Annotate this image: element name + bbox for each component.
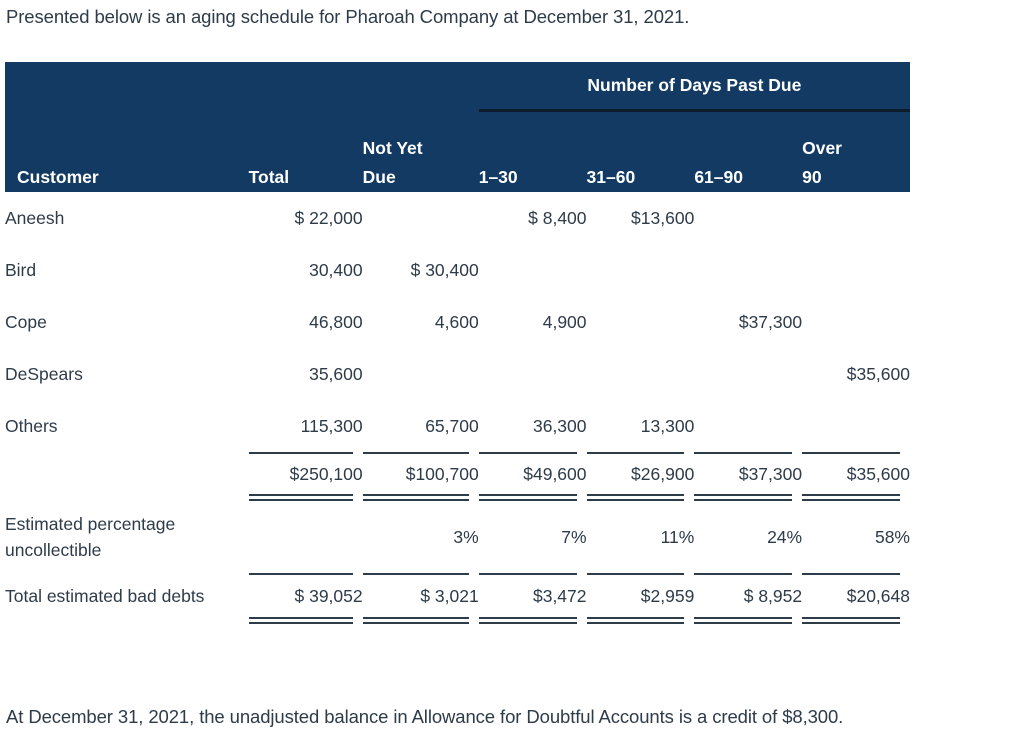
intro-paragraph: Presented below is an aging schedule for…: [6, 6, 690, 27]
cell-customer: DeSpears: [5, 363, 83, 384]
cell-over-90: $35,600: [846, 463, 910, 484]
cell-over-90: $20,648: [846, 585, 910, 606]
estimated-percentage-row: Estimated percentage uncollectible 3% 7%…: [5, 501, 910, 573]
cell-not-yet-due: [363, 348, 479, 400]
cell-total: 115,300: [300, 415, 363, 436]
double-rule-1-30: [478, 617, 587, 624]
cell-total: $ 39,052: [294, 585, 363, 606]
column-header-over-90: Over 90: [802, 110, 910, 192]
cell-over-90: [802, 296, 910, 348]
cell-1-30: $ 8,400: [528, 207, 587, 228]
cell-total: 46,800: [309, 311, 363, 332]
cell-61-90: $37,300: [738, 463, 803, 484]
cell-1-30: 7%: [561, 526, 587, 547]
cell-61-90: [694, 348, 802, 400]
cell-1-30: [479, 348, 587, 400]
cell-customer: [5, 454, 249, 494]
cell-31-60: [587, 296, 695, 348]
cell-61-90: [694, 244, 802, 296]
aging-schedule-page: Presented below is an aging schedule for…: [0, 0, 1024, 749]
cell-total: $ 22,000: [294, 207, 363, 228]
cell-1-30: $3,472: [532, 585, 587, 606]
cell-total: [249, 501, 363, 573]
aging-schedule-table: Number of Days Past Due Customer Total N…: [5, 62, 910, 624]
table-row: Bird 30,400 $ 30,400: [5, 244, 910, 296]
cell-31-60: $13,600: [631, 207, 695, 228]
cell-31-60: 11%: [660, 526, 695, 547]
cell-not-yet-due: $100,700: [405, 463, 479, 484]
cell-customer: Cope: [5, 311, 47, 332]
cell-total: $250,100: [289, 463, 363, 484]
double-rule-over-90: [802, 494, 910, 501]
cell-61-90: [694, 192, 802, 244]
cell-31-60: $26,900: [631, 463, 695, 484]
cell-61-90: [694, 400, 802, 452]
group-header-days-past-due: Number of Days Past Due: [478, 62, 910, 112]
cell-over-90: [802, 192, 910, 244]
cell-1-30: 4,900: [542, 311, 587, 332]
group-header-row: Number of Days Past Due: [5, 62, 910, 112]
double-rule-total: [248, 494, 363, 501]
cell-61-90: 24%: [767, 526, 803, 547]
table-header: Number of Days Past Due Customer Total N…: [5, 62, 910, 192]
cell-customer: Bird: [5, 259, 37, 280]
cell-61-90: $ 8,952: [743, 585, 803, 606]
column-header-31-60: 31–60: [586, 110, 695, 192]
column-header-61-90: 61–90: [694, 110, 803, 192]
column-header-1-30: 1–30: [478, 110, 587, 192]
table-row: Aneesh $ 22,000 $ 8,400 $13,600: [5, 192, 910, 244]
cell-not-yet-due: $ 3,021: [420, 585, 479, 606]
cell-31-60: 13,300: [640, 415, 695, 436]
cell-customer: Others: [5, 415, 58, 436]
double-rule-61-90: [694, 617, 802, 624]
cell-customer: Estimated percentage uncollectible: [5, 514, 176, 560]
cell-31-60: [587, 244, 695, 296]
group-header-spacer-not-yet-due: [362, 62, 479, 111]
group-header-spacer-customer: [5, 62, 249, 111]
closing-paragraph: At December 31, 2021, the unadjusted bal…: [6, 706, 844, 727]
double-rule-spacer: [5, 617, 249, 624]
cell-not-yet-due: 3%: [453, 526, 479, 547]
cell-over-90: [802, 244, 910, 296]
cell-31-60: $2,959: [640, 585, 695, 606]
double-rule-31-60: [586, 494, 695, 501]
cell-61-90: $37,300: [738, 311, 803, 332]
cell-customer: Total estimated bad debts: [5, 585, 205, 606]
double-rule-total: [248, 617, 363, 624]
cell-not-yet-due: 4,600: [434, 311, 479, 332]
double-rule-spacer: [5, 494, 249, 501]
double-rule-not-yet-due: [362, 617, 479, 624]
table-row: DeSpears 35,600 $35,600: [5, 348, 910, 400]
cell-total: 35,600: [309, 363, 363, 384]
cell-1-30: $49,600: [523, 463, 587, 484]
cell-not-yet-due: [363, 192, 479, 244]
cell-not-yet-due: 65,700: [425, 415, 479, 436]
double-rule-31-60: [586, 617, 695, 624]
bad-debts-double-rule-row: [5, 617, 910, 624]
cell-over-90: $35,600: [846, 363, 910, 384]
column-header-row: Customer Total Not Yet Due 1–30 31–60 61…: [5, 110, 910, 192]
double-rule-not-yet-due: [362, 494, 479, 501]
column-header-customer: Customer: [5, 110, 249, 192]
double-rule-1-30: [478, 494, 587, 501]
cell-customer: Aneesh: [5, 207, 65, 228]
cell-over-90: 58%: [874, 526, 910, 547]
cell-31-60: [587, 348, 695, 400]
cell-over-90: [802, 400, 910, 452]
double-rule-61-90: [694, 494, 802, 501]
cell-total: 30,400: [309, 259, 363, 280]
double-rule-over-90: [802, 617, 910, 624]
column-header-not-yet-due: Not Yet Due: [362, 110, 479, 192]
total-bad-debts-row: Total estimated bad debts $ 39,052 $ 3,0…: [5, 575, 910, 617]
subtotal-double-rule-row: [5, 494, 910, 501]
table-row: Others 115,300 65,700 36,300 13,300: [5, 400, 910, 452]
column-totals-row: $250,100 $100,700 $49,600 $26,900 $37,30…: [5, 454, 910, 494]
table-body: Aneesh $ 22,000 $ 8,400 $13,600 Bird 30,…: [5, 192, 910, 624]
group-header-spacer-total: [248, 62, 363, 111]
cell-1-30: 36,300: [532, 415, 587, 436]
column-header-total: Total: [248, 110, 363, 192]
cell-not-yet-due: $ 30,400: [410, 259, 479, 280]
table-row: Cope 46,800 4,600 4,900 $37,300: [5, 296, 910, 348]
cell-1-30: [479, 244, 587, 296]
